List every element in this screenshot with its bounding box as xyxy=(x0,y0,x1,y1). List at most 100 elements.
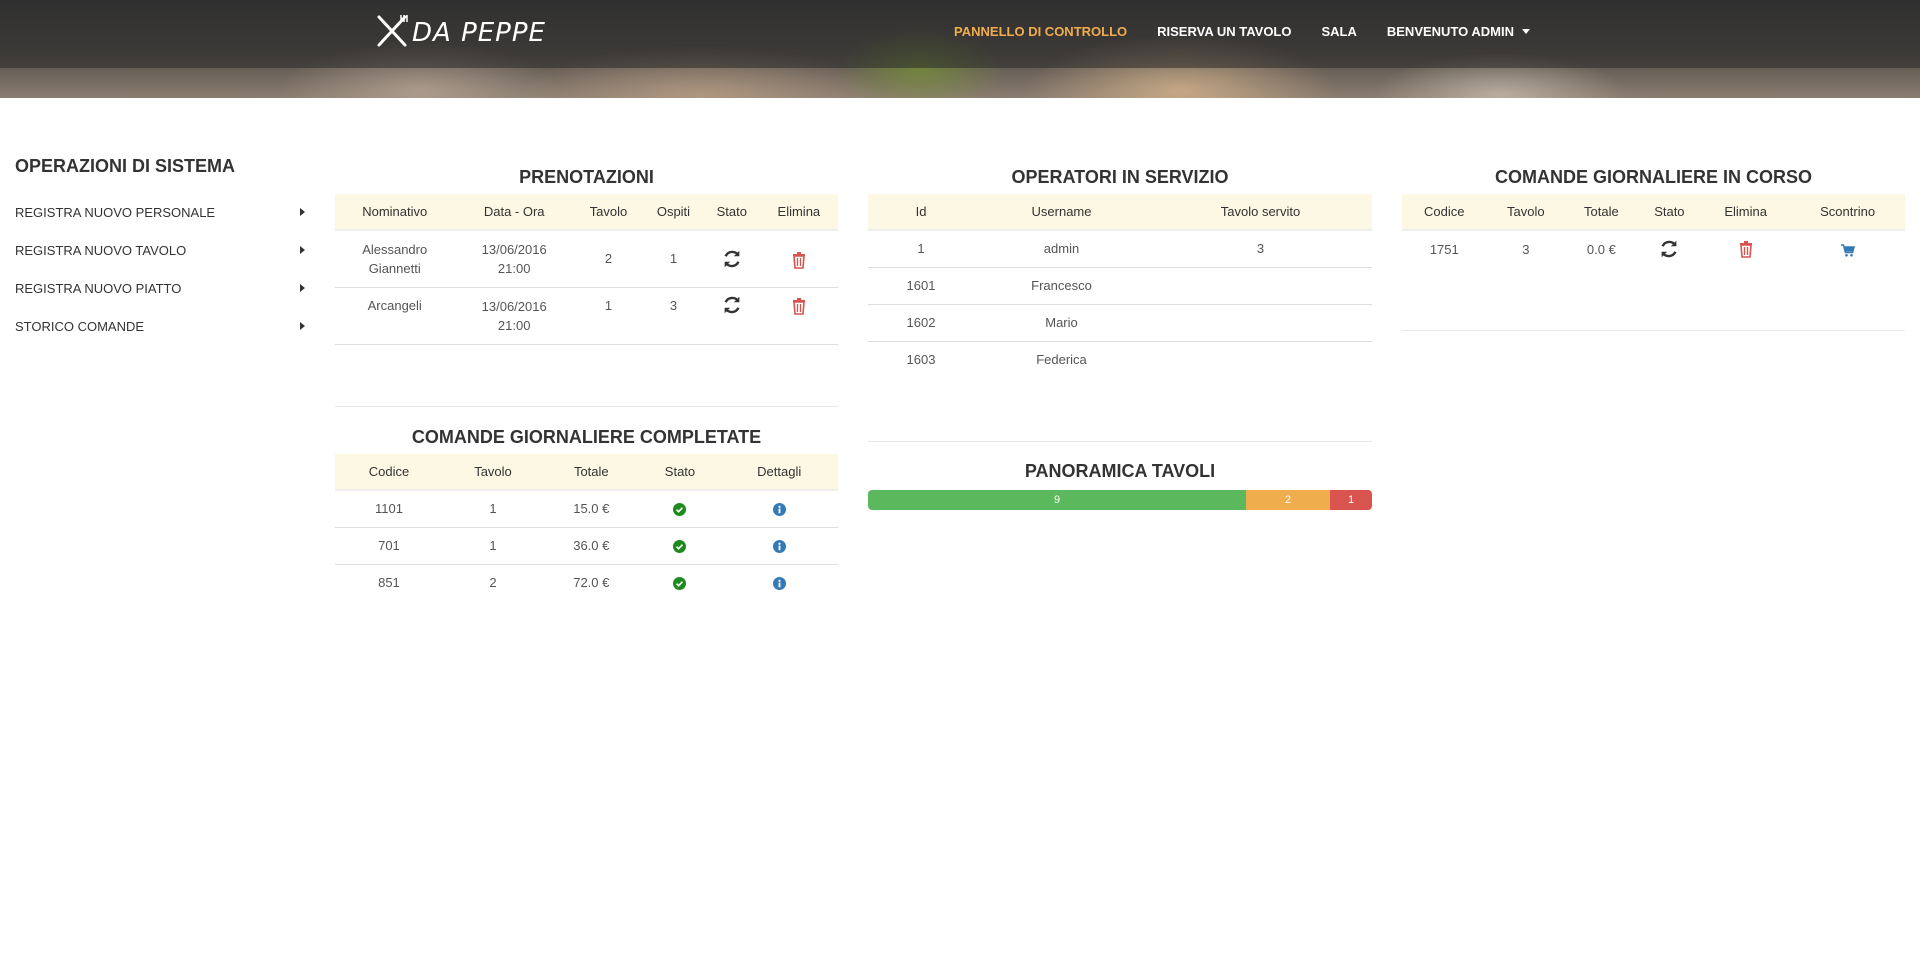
column-header: Codice xyxy=(335,454,443,491)
nav-user-dropdown[interactable]: BENVENUTO ADMIN xyxy=(1387,24,1530,39)
cell-text: 13/06/2016 xyxy=(481,241,547,257)
cell-codice: 1751 xyxy=(1429,241,1459,257)
info-circle-icon[interactable] xyxy=(772,538,786,554)
column-header: Stato xyxy=(703,194,760,231)
operatori-title: OPERATORI IN SERVIZIO xyxy=(1011,167,1229,187)
cell-codice: 701 xyxy=(335,527,443,565)
navbar: DA PEPPE PANNELLO DI CONTROLLO RISERVA U… xyxy=(0,0,1920,68)
cell-tavolo-servito xyxy=(1149,304,1372,342)
nav-sala[interactable]: SALA xyxy=(1321,24,1356,39)
cell-totale: 0.0 € xyxy=(1586,241,1616,257)
check-circle-icon xyxy=(673,538,687,554)
nav-label: SALA xyxy=(1321,24,1357,39)
column-header: Scontrino xyxy=(1790,194,1905,231)
column-header: Id xyxy=(868,194,974,231)
table-row: 1602 Mario xyxy=(868,304,1372,342)
table-row: 1 admin 3 xyxy=(868,230,1372,268)
operatori-table: Id Username Tavolo servito 1 admin 3 160… xyxy=(868,194,1372,378)
progress-segment-reserved: 2 xyxy=(1246,490,1330,510)
column-header: Tavolo xyxy=(442,454,544,491)
comande-completate-table: Codice Tavolo Totale Stato Dettagli 1101… xyxy=(335,454,838,601)
hero-banner: DA PEPPE PANNELLO DI CONTROLLO RISERVA U… xyxy=(0,0,1920,98)
operatori-panel: OPERATORI IN SERVIZIO Id Username Tavolo… xyxy=(868,166,1372,378)
cell-id: 1601 xyxy=(868,267,974,305)
cell-id: 1 xyxy=(868,230,974,268)
caret-right-icon xyxy=(300,208,305,216)
column-header: Elimina xyxy=(759,194,838,231)
cell-data-ora: 13/06/2016 21:00 xyxy=(454,287,574,345)
trash-icon[interactable] xyxy=(1738,240,1754,258)
column-header: Tavolo xyxy=(1486,194,1566,231)
column-header: Stato xyxy=(1637,194,1702,231)
prenotazioni-title: PRENOTAZIONI xyxy=(519,167,654,187)
cell-nominativo: Alessandro Giannetti xyxy=(335,230,455,288)
cell-tavolo: 1 xyxy=(442,490,544,528)
cell-text: Giannetti xyxy=(368,260,421,276)
cell-text: 21:00 xyxy=(497,260,531,276)
column-header: Tavolo servito xyxy=(1149,194,1372,231)
cell-username: admin xyxy=(974,230,1149,268)
brand-logo[interactable]: DA PEPPE xyxy=(374,14,546,52)
caret-down-icon xyxy=(1522,29,1530,34)
comande-completate-panel: COMANDE GIORNALIERE COMPLETATE Codice Ta… xyxy=(335,426,838,601)
sidebar-item-storico-comande[interactable]: STORICO COMANDE xyxy=(15,307,305,345)
table-row: 1601 Francesco xyxy=(868,267,1372,305)
cell-tavolo: 2 xyxy=(489,575,497,591)
progress-segment-free: 9 xyxy=(868,490,1246,510)
cell-tavolo-servito xyxy=(1149,267,1372,305)
sidebar-item-label: REGISTRA NUOVO PERSONALE xyxy=(15,204,216,220)
cell-codice: 1101 xyxy=(335,490,443,528)
prenotazioni-table: Nominativo Data - Ora Tavolo Ospiti Stat… xyxy=(335,194,838,345)
sidebar-item-label: REGISTRA NUOVO PIATTO xyxy=(15,280,182,296)
column-header: Elimina xyxy=(1701,194,1791,231)
check-circle-icon xyxy=(673,575,687,591)
cell-username: Federica xyxy=(1036,352,1087,368)
table-row: 1101 1 15.0 € xyxy=(335,490,838,528)
sidebar-item-registra-personale[interactable]: REGISTRA NUOVO PERSONALE xyxy=(15,193,305,231)
column-header: Username xyxy=(974,194,1149,231)
cell-totale: 36.0 € xyxy=(543,527,640,565)
column-header: Totale xyxy=(543,454,640,491)
trash-icon[interactable] xyxy=(791,251,807,269)
info-circle-icon[interactable] xyxy=(772,575,786,591)
sidebar-item-label: REGISTRA NUOVO TAVOLO xyxy=(15,242,187,258)
cell-text: 13/06/2016 xyxy=(481,298,547,314)
cell-tavolo-servito: 3 xyxy=(1149,230,1372,268)
table-header-row: Codice Tavolo Totale Stato Elimina Scont… xyxy=(1402,194,1905,231)
cell-nominativo: Arcangeli xyxy=(335,287,455,345)
check-circle-icon xyxy=(673,501,687,517)
nav-label: PANNELLO DI CONTROLLO xyxy=(954,24,1128,39)
divider xyxy=(868,441,1372,442)
column-header: Dettagli xyxy=(720,454,838,491)
comande-in-corso-title: COMANDE GIORNALIERE IN CORSO xyxy=(1494,167,1812,187)
comande-completate-title: COMANDE GIORNALIERE COMPLETATE xyxy=(411,427,762,447)
trash-icon[interactable] xyxy=(791,298,807,315)
cell-totale: 72.0 € xyxy=(573,575,610,591)
nav-pannello-di-controllo[interactable]: PANNELLO DI CONTROLLO xyxy=(954,24,1127,39)
brand-name: DA PEPPE xyxy=(412,18,546,48)
cell-username: Francesco xyxy=(974,267,1149,305)
cell-tavolo: 1 xyxy=(573,287,643,345)
refresh-icon[interactable] xyxy=(721,296,743,313)
divider xyxy=(335,406,838,407)
cell-tavolo: 3 xyxy=(1522,241,1530,257)
sidebar-item-registra-piatto[interactable]: REGISTRA NUOVO PIATTO xyxy=(15,269,305,307)
nav-label: BENVENUTO ADMIN xyxy=(1386,24,1514,39)
refresh-icon[interactable] xyxy=(1658,240,1680,258)
table-row: 1603 Federica xyxy=(868,341,1372,378)
cell-tavolo: 1 xyxy=(442,527,544,565)
cell-id: 1603 xyxy=(906,352,936,368)
column-header: Data - Ora xyxy=(454,194,574,231)
fork-knife-icon xyxy=(374,13,410,54)
cell-codice: 851 xyxy=(378,575,400,591)
sidebar-title: OPERAZIONI DI SISTEMA xyxy=(15,156,236,176)
sidebar-item-registra-tavolo[interactable]: REGISTRA NUOVO TAVOLO xyxy=(15,231,305,269)
column-header: Nominativo xyxy=(335,194,455,231)
table-header-row: Id Username Tavolo servito xyxy=(868,194,1372,231)
shopping-cart-icon[interactable] xyxy=(1840,241,1855,257)
nav-riserva-un-tavolo[interactable]: RISERVA UN TAVOLO xyxy=(1157,24,1291,39)
refresh-icon[interactable] xyxy=(721,250,743,267)
panoramica-title: PANORAMICA TAVOLI xyxy=(1024,461,1216,481)
table-row: 1751 3 0.0 € xyxy=(1402,230,1905,267)
info-circle-icon[interactable] xyxy=(772,501,786,517)
